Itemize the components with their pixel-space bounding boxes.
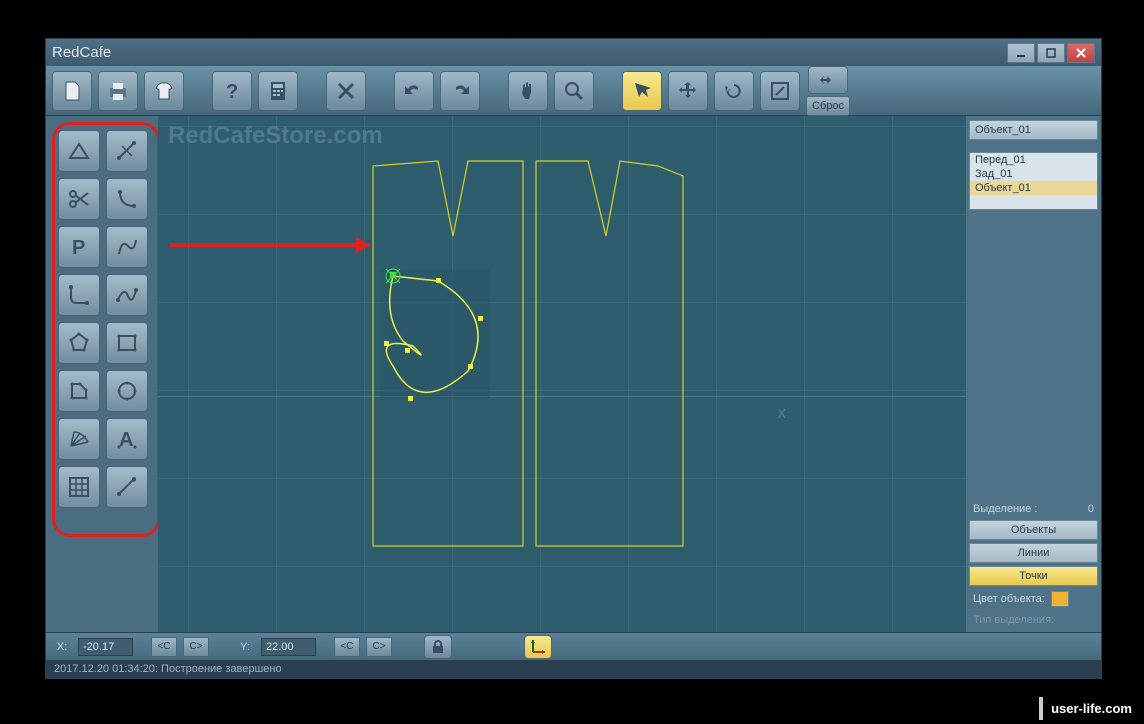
lines-button[interactable]: Линии (969, 543, 1098, 563)
tool-fan[interactable] (58, 418, 100, 460)
status-text: 2017.12.20 01:34:20: Построение завершен… (54, 663, 282, 675)
main-toolbar: ? Сброс (46, 66, 1101, 116)
tool-scissors[interactable] (58, 178, 100, 220)
reset-button[interactable]: Сброс (806, 96, 850, 116)
tool-polygon[interactable] (58, 322, 100, 364)
window-title: RedCafe (52, 44, 1007, 61)
tool-rectangle[interactable] (106, 322, 148, 364)
tool-grid[interactable] (58, 466, 100, 508)
select-button[interactable] (622, 71, 662, 111)
delete-button[interactable] (326, 71, 366, 111)
selection-type-label: Тип выделения: (969, 612, 1098, 628)
lock-button[interactable] (424, 635, 452, 659)
tool-circle[interactable] (106, 370, 148, 412)
help-button[interactable]: ? (212, 71, 252, 111)
object-color-row: Цвет объекта: (969, 589, 1098, 609)
svg-text:P: P (72, 237, 85, 259)
selection-value: 0 (1088, 503, 1094, 515)
rotate-button[interactable] (714, 71, 754, 111)
tool-arc[interactable] (106, 178, 148, 220)
tool-measure[interactable] (106, 466, 148, 508)
selection-label: Выделение : (973, 503, 1037, 515)
x-increase[interactable]: C> (183, 637, 209, 657)
selection-count: Выделение : 0 (969, 501, 1098, 517)
x-label: X: (52, 641, 72, 653)
list-item[interactable]: Зад_01 (970, 167, 1097, 181)
y-value[interactable]: 22.00 (261, 638, 316, 656)
pan-button[interactable] (508, 71, 548, 111)
tool-shape[interactable] (58, 370, 100, 412)
close-button[interactable] (1067, 43, 1095, 63)
print-button[interactable] (98, 71, 138, 111)
svg-text:A: A (119, 429, 133, 451)
y-decrease[interactable]: <C (334, 637, 360, 657)
redo-button[interactable] (440, 71, 480, 111)
y-label: Y: (235, 641, 255, 653)
minimize-button[interactable] (1007, 43, 1035, 63)
tool-letter-p[interactable]: P (58, 226, 100, 268)
zoom-button[interactable] (554, 71, 594, 111)
object-color-swatch[interactable] (1051, 591, 1069, 607)
tool-spline[interactable] (106, 274, 148, 316)
status-bar: 2017.12.20 01:34:20: Построение завершен… (46, 660, 1101, 678)
canvas[interactable]: X RedCafeStore.com (158, 116, 966, 632)
objects-button[interactable]: Объекты (969, 520, 1098, 540)
list-item[interactable]: Перед_01 (970, 153, 1097, 167)
x-value[interactable]: -20.17 (78, 638, 133, 656)
object-color-label: Цвет объекта: (973, 593, 1045, 605)
content-area: P A X RedCafeStore.com (46, 116, 1101, 632)
x-decrease[interactable]: <C (151, 637, 177, 657)
tool-letter-a[interactable]: A (106, 418, 148, 460)
window-controls (1007, 43, 1095, 63)
canvas-drawing (158, 116, 958, 632)
undo-button[interactable] (394, 71, 434, 111)
bottom-bar: X: -20.17 <C C> Y: 22.00 <C C> (46, 632, 1101, 660)
scale-button[interactable] (760, 71, 800, 111)
credit-badge: user-life.com (1039, 697, 1140, 720)
object-header[interactable]: Объект_01 (969, 120, 1098, 140)
calculator-button[interactable] (258, 71, 298, 111)
maximize-button[interactable] (1037, 43, 1065, 63)
y-increase[interactable]: C> (366, 637, 392, 657)
tshirt-button[interactable] (144, 71, 184, 111)
app-window: RedCafe ? Сброс (45, 38, 1102, 679)
object-list[interactable]: Перед_01 Зад_01 Объект_01 (969, 152, 1098, 210)
tool-line[interactable] (106, 130, 148, 172)
new-file-button[interactable] (52, 71, 92, 111)
move-button[interactable] (668, 71, 708, 111)
titlebar: RedCafe (46, 39, 1101, 66)
svg-text:?: ? (226, 81, 238, 103)
points-button[interactable]: Точки (969, 566, 1098, 586)
tool-curve[interactable] (106, 226, 148, 268)
side-toolbox: P A (46, 116, 158, 632)
right-panel: Объект_01 Перед_01 Зад_01 Объект_01 Выде… (966, 116, 1101, 632)
list-item[interactable]: Объект_01 (970, 181, 1097, 195)
axis-toggle-button[interactable] (524, 635, 552, 659)
tool-corner[interactable] (58, 274, 100, 316)
tool-triangle[interactable] (58, 130, 100, 172)
transform-button[interactable] (808, 66, 848, 94)
